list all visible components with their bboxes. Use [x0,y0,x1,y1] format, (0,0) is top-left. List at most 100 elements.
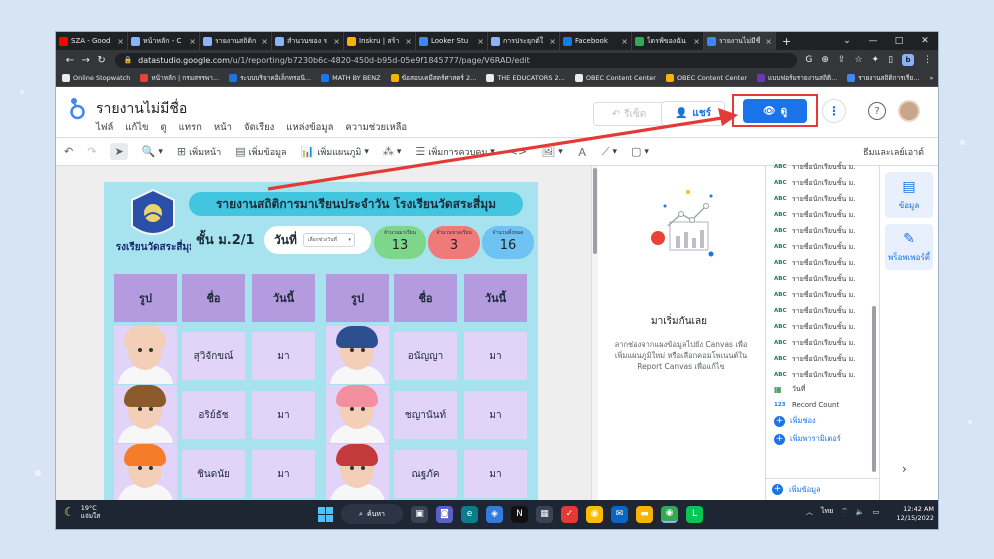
menu-item[interactable]: แทรก [179,120,202,135]
date-range-control[interactable]: วันที่ เลือกช่วงวันที่ ▾ [264,226,371,254]
chevron-up-icon[interactable]: ︿ [806,507,813,517]
close-tab-icon[interactable]: × [621,37,628,46]
user-avatar[interactable] [898,100,920,122]
wifi-icon[interactable]: ⌔ [841,507,848,516]
bookmark-item[interactable]: MATH BY BENZ [321,74,381,82]
chevron-right-icon[interactable]: › [902,462,907,476]
help-icon[interactable]: ? [868,102,886,120]
bookmark-star-icon[interactable]: ☆ [854,55,862,65]
zoom-icon[interactable]: ⊕ [821,55,829,65]
close-tab-icon[interactable]: × [333,37,340,46]
menu-item[interactable]: หน้า [214,120,232,135]
close-tab-icon[interactable]: × [261,37,268,46]
redo-button[interactable]: ↷ [87,145,96,158]
close-window-icon[interactable]: ✕ [912,36,938,46]
menu-item[interactable]: ความช่วยเหลือ [345,120,407,135]
close-tab-icon[interactable]: × [477,37,484,46]
red-app-icon[interactable]: ✓ [561,505,578,523]
close-tab-icon[interactable]: × [405,37,412,46]
record-count-field[interactable]: 123 Record Count [774,398,874,412]
browser-tab[interactable]: รายงานสถิติก × [200,32,272,50]
date-range-select[interactable]: เลือกช่วงวันที่ ▾ [302,233,355,247]
browser-tab[interactable]: Facebook × [560,32,632,50]
browser-tab[interactable]: หน้าหลัก - C × [128,32,200,50]
menu-item[interactable]: ไฟล์ [96,120,113,135]
task-view-icon[interactable]: ▣ [411,505,428,523]
data-field-item[interactable]: ABC รายชื่อนักเรียนชั้น ม. [774,288,874,302]
browser-tab[interactable]: ไดรฟ์ของฉัน × [632,32,704,50]
close-tab-icon[interactable]: × [117,37,124,46]
chrome-menu-icon[interactable]: ⋮ [923,55,932,65]
text-button[interactable]: Ａ [577,144,588,160]
canvas-scrollbar[interactable] [592,166,598,500]
language-indicator[interactable]: ไทย [821,506,833,517]
data-field-item[interactable]: ABC รายชื่อนักเรียนชั้น ม. [774,208,874,222]
reload-icon[interactable]: ↻ [94,55,110,66]
report-canvas[interactable]: โรงเรียนวัดสระสี่มุม รายงานสถิติการมาเรี… [56,166,591,500]
image-button[interactable]: 🖼 ▾ [541,145,563,158]
select-tool[interactable]: ➤ [110,143,128,160]
properties-panel-tab[interactable]: ✎ พร็อพเพอร์ตี้ [885,224,933,270]
community-viz-button[interactable]: ⁂ ▾ [383,145,402,158]
data-field-item[interactable]: ABC รายชื่อนักเรียนชั้น ม. [774,160,874,174]
edge-icon[interactable]: e [461,505,478,523]
extensions-icon[interactable]: ✦ [872,55,880,65]
store-icon[interactable]: ▦ [536,505,553,523]
forward-arrow-icon[interactable]: → [78,55,94,66]
close-tab-icon[interactable]: × [549,37,556,46]
notion-icon[interactable]: N [511,505,528,523]
bookmark-item[interactable]: OBEC Content Center [574,74,656,82]
bookmark-item[interactable]: แบบฟอร์มรายงานสถิติ... [757,73,837,83]
taskbar-search[interactable]: ⌕ ค้นหา [341,504,403,524]
theme-layout-button[interactable]: ธีมและเลย์เอาต์ [863,145,924,159]
bookmark-item[interactable]: ข้อสอบเคมีสตร์ศาสตร์ 2... [390,73,476,83]
new-tab-button[interactable]: + [776,32,797,50]
share-page-icon[interactable]: ⇪ [838,55,846,65]
taskbar-clock[interactable]: 12:42 AM 12/15/2022 [892,505,934,523]
fields-scrollbar[interactable] [872,306,876,472]
add-chart-button[interactable]: 📊 เพิ่มแผนภูมิ ▾ [301,145,369,159]
profile-avatar[interactable]: b [902,54,915,66]
weather-widget[interactable]: ☾ 19°C แจ่มใส [64,504,100,520]
bookmark-item[interactable]: Online Stopwatch [62,74,130,82]
data-field-item[interactable]: ABC รายชื่อนักเรียนชั้น ม. [774,304,874,318]
close-tab-icon[interactable]: × [765,37,772,46]
close-tab-icon[interactable]: × [693,37,700,46]
data-field-item[interactable]: ABC รายชื่อนักเรียนชั้น ม. [774,176,874,190]
browser-tab[interactable]: Inskru | สร้า × [344,32,416,50]
mail-icon[interactable]: ✉ [611,505,628,523]
line-app-icon[interactable]: L [686,505,703,523]
view-button[interactable]: 👁 ดู [743,99,807,123]
bookmark-item[interactable]: รายงานสถิติการเรีย... [847,73,919,83]
data-field-item[interactable]: ABC รายชื่อนักเรียนชั้น ม. [774,320,874,334]
windows-start-icon[interactable] [318,506,333,522]
bookmark-item[interactable]: ระบบบริจาคอิเล็กทรอนิ... [229,73,311,83]
reset-button[interactable]: ↶ รีเซ็ต [593,102,665,126]
shape-button[interactable]: ▢ ▾ [631,145,649,158]
add-data-button[interactable]: ▤ เพิ่มข้อมูล [235,145,286,159]
embed-url-button[interactable]: <> [509,145,527,158]
report-page[interactable]: โรงเรียนวัดสระสี่มุม รายงานสถิติการมาเรี… [104,182,538,500]
zoom-tool[interactable]: 🔍 ▾ [142,145,163,158]
menu-item[interactable]: แก้ไข [125,120,148,135]
add-page-button[interactable]: ⊞ เพิ่มหน้า [177,145,221,159]
browser-tab[interactable]: Looker Stu × [416,32,488,50]
report-title[interactable]: รายงานไม่มีชื่อ [96,98,187,120]
menu-item[interactable]: ดู [160,120,166,135]
tab-search-icon[interactable]: ⌄ [834,36,860,46]
google-lens-icon[interactable]: G [805,55,812,65]
chrome-icon[interactable]: ◉ [586,505,603,523]
back-arrow-icon[interactable]: ← [62,55,78,66]
data-field-item[interactable]: ABC รายชื่อนักเรียนชั้น ม. [774,224,874,238]
close-tab-icon[interactable]: × [189,37,196,46]
browser-tab[interactable]: การประยุกต์ใ × [488,32,560,50]
teams-chat-icon[interactable]: ◙ [436,505,453,523]
url-input[interactable]: 🔒 datastudio.google.com/u/1/reporting/b7… [115,52,798,68]
photos-icon[interactable]: ◈ [486,505,503,523]
battery-icon[interactable]: ▭ [873,508,880,516]
data-field-item[interactable]: ABC รายชื่อนักเรียนชั้น ม. [774,240,874,254]
maximize-icon[interactable]: □ [886,36,912,46]
data-field-item[interactable]: ABC รายชื่อนักเรียนชั้น ม. [774,368,874,382]
undo-button[interactable]: ↶ [64,145,73,158]
chrome-active-icon[interactable]: ◉ [661,505,678,523]
